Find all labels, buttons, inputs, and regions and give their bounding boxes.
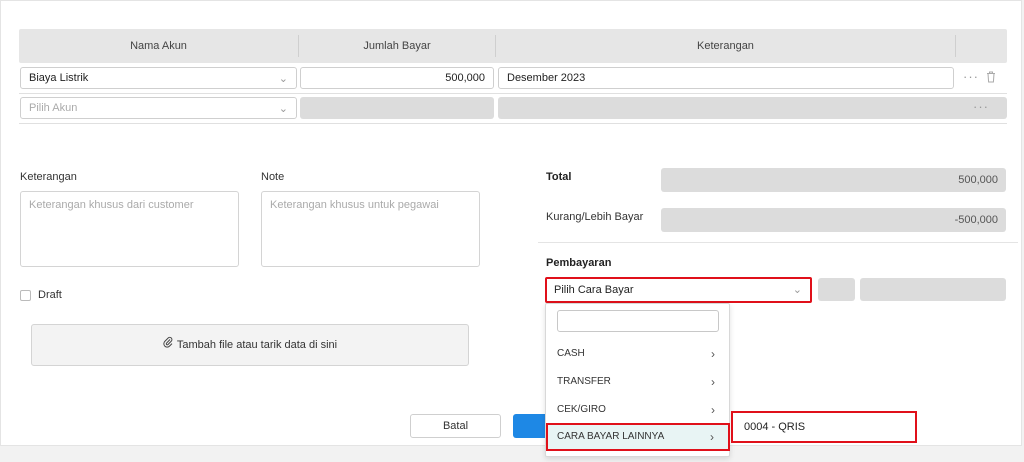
payment-field-disabled xyxy=(818,278,855,301)
chevron-down-icon: ⌄ xyxy=(792,284,802,296)
payment-amount-disabled xyxy=(860,278,1006,301)
dropdown-item-label: TRANSFER xyxy=(557,376,611,387)
column-header-jumlah-bayar: Jumlah Bayar xyxy=(363,40,431,52)
section-divider xyxy=(538,242,1018,243)
draft-checkbox[interactable] xyxy=(20,290,31,301)
total-label: Total xyxy=(546,171,572,183)
row-divider xyxy=(19,93,1007,94)
dropdown-item-cara-bayar-lainnya[interactable]: CARA BAYAR LAINNYA › xyxy=(546,423,730,451)
keterangan-label: Keterangan xyxy=(20,171,77,183)
amount-input-disabled xyxy=(300,97,494,119)
column-header-nama-akun: Nama Akun xyxy=(130,40,187,52)
page: Nama Akun Jumlah Bayar Keterangan Biaya … xyxy=(0,0,1022,446)
description-input-disabled xyxy=(498,97,1007,119)
dropdown-item-label: CASH xyxy=(557,348,585,359)
amount-input[interactable]: 500,000 xyxy=(300,67,494,89)
chevron-down-icon: ⌄ xyxy=(278,73,288,85)
submenu-item-qris[interactable]: 0004 - QRIS xyxy=(731,411,917,443)
dropdown-item-cek-giro[interactable]: CEK/GIRO › xyxy=(546,396,729,424)
account-select[interactable]: Biaya Listrik ⌄ xyxy=(20,67,297,89)
dropdown-search-input[interactable] xyxy=(557,310,719,332)
ellipsis-icon[interactable]: ··· xyxy=(973,99,989,114)
column-header-keterangan: Keterangan xyxy=(697,40,754,52)
payment-method-select[interactable]: Pilih Cara Bayar ⌄ xyxy=(545,277,812,303)
total-value: 500,000 xyxy=(661,168,1006,192)
payment-method-value: Pilih Cara Bayar xyxy=(554,284,634,296)
balance-value: -500,000 xyxy=(661,208,1006,232)
note-label: Note xyxy=(261,171,285,183)
chevron-right-icon: › xyxy=(711,347,715,361)
dropdown-item-cash[interactable]: CASH › xyxy=(546,340,729,368)
dropzone-label: Tambah file atau tarik data di sini xyxy=(176,339,338,351)
table-header: Nama Akun Jumlah Bayar Keterangan xyxy=(19,29,1007,63)
keterangan-textarea[interactable]: Keterangan khusus dari customer xyxy=(20,191,239,267)
row-divider xyxy=(19,123,1007,124)
dropdown-item-label: CEK/GIRO xyxy=(557,404,606,415)
note-textarea[interactable]: Keterangan khusus untuk pegawai xyxy=(261,191,480,267)
file-dropzone[interactable]: Tambah file atau tarik data di sini xyxy=(31,324,469,366)
account-value: Biaya Listrik xyxy=(29,72,89,84)
trash-icon[interactable] xyxy=(986,71,996,83)
column-divider xyxy=(955,35,956,57)
payment-label: Pembayaran xyxy=(546,257,612,269)
payment-method-dropdown: CASH › TRANSFER › CEK/GIRO › CARA BAYAR … xyxy=(545,303,730,457)
description-input[interactable]: Desember 2023 xyxy=(498,67,954,89)
chevron-right-icon: › xyxy=(711,375,715,389)
ellipsis-icon[interactable]: ··· xyxy=(963,69,979,84)
account-select-empty[interactable]: Pilih Akun ⌄ xyxy=(20,97,297,119)
cancel-button[interactable]: Batal xyxy=(410,414,501,438)
balance-label: Kurang/Lebih Bayar xyxy=(546,211,644,223)
paperclip-icon xyxy=(163,325,173,365)
dropdown-item-label: CARA BAYAR LAINNYA xyxy=(557,431,665,442)
chevron-right-icon: › xyxy=(711,403,715,417)
account-placeholder: Pilih Akun xyxy=(29,102,78,114)
draft-label: Draft xyxy=(38,289,62,301)
chevron-down-icon: ⌄ xyxy=(278,103,288,115)
chevron-right-icon: › xyxy=(710,430,714,444)
dropdown-item-transfer[interactable]: TRANSFER › xyxy=(546,368,729,396)
